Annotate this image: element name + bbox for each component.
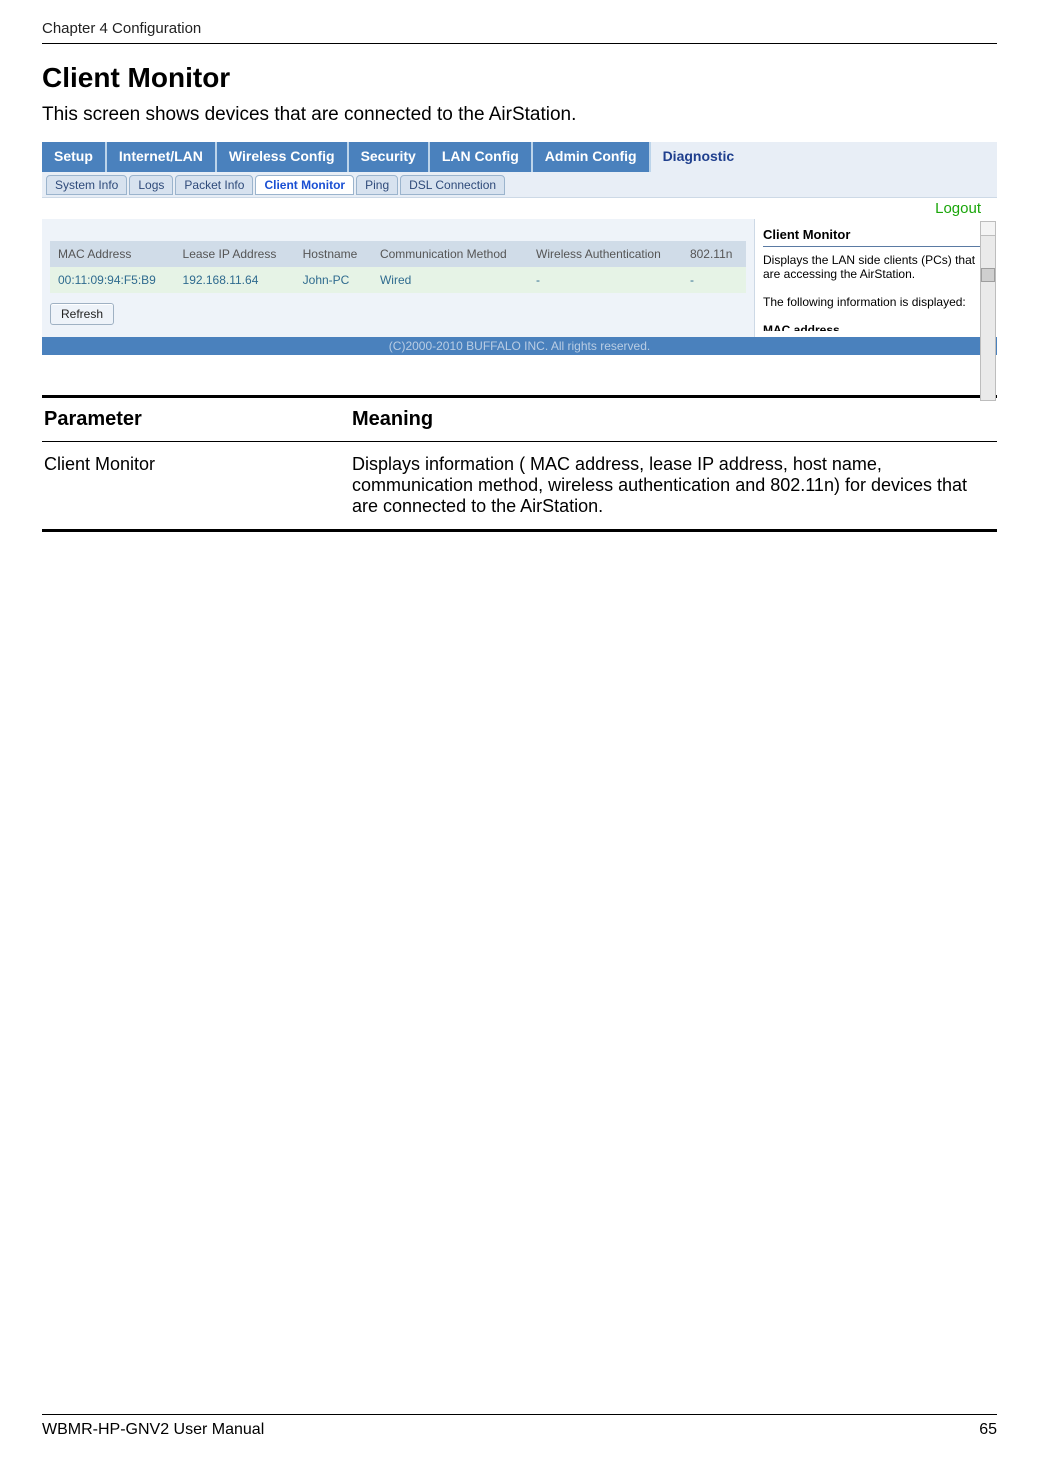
footer-rule — [42, 1414, 997, 1415]
scroll-up-icon[interactable] — [981, 222, 995, 236]
main-tabs: Setup Internet/LAN Wireless Config Secur… — [42, 142, 997, 172]
cell-auth: - — [528, 267, 682, 293]
param-cell: Client Monitor — [42, 442, 350, 531]
tab-wireless-config[interactable]: Wireless Config — [217, 142, 349, 172]
cell-11n: - — [682, 267, 746, 293]
cell-method: Wired — [372, 267, 528, 293]
side-text-1: Displays the LAN side clients (PCs) that… — [763, 253, 989, 281]
client-table: MAC Address Lease IP Address Hostname Co… — [50, 241, 746, 293]
col-mac: MAC Address — [50, 241, 175, 267]
section-intro: This screen shows devices that are conne… — [42, 104, 997, 126]
refresh-button[interactable]: Refresh — [50, 303, 114, 325]
logout-row: Logout — [42, 198, 997, 219]
table-row: 00:11:09:94:F5:B9 192.168.11.64 John-PC … — [50, 267, 746, 293]
side-rule — [763, 246, 989, 247]
subtab-ping[interactable]: Ping — [356, 175, 398, 195]
tab-setup[interactable]: Setup — [42, 142, 107, 172]
cell-ip: 192.168.11.64 — [175, 267, 295, 293]
page-number: 65 — [979, 1421, 997, 1439]
section-title: Client Monitor — [42, 62, 997, 94]
tab-lan-config[interactable]: LAN Config — [430, 142, 533, 172]
scroll-thumb[interactable] — [981, 268, 995, 282]
tab-internet-lan[interactable]: Internet/LAN — [107, 142, 217, 172]
col-80211n: 802.11n — [682, 241, 746, 267]
col-comm-method: Communication Method — [372, 241, 528, 267]
col-lease-ip: Lease IP Address — [175, 241, 295, 267]
side-title: Client Monitor — [763, 227, 989, 242]
page-footer: WBMR-HP-GNV2 User Manual 65 — [42, 1414, 997, 1439]
header-rule — [42, 43, 997, 44]
meaning-header: Meaning — [350, 397, 997, 442]
subtab-logs[interactable]: Logs — [129, 175, 173, 195]
subtab-packet-info[interactable]: Packet Info — [175, 175, 253, 195]
meaning-cell: Displays information ( MAC address, leas… — [350, 442, 997, 531]
col-wireless-auth: Wireless Authentication — [528, 241, 682, 267]
parameter-table: Parameter Meaning Client Monitor Display… — [42, 395, 997, 532]
side-scrollbar[interactable] — [980, 221, 996, 401]
manual-name: WBMR-HP-GNV2 User Manual — [42, 1421, 264, 1439]
subtab-client-monitor[interactable]: Client Monitor — [255, 175, 354, 195]
chapter-label: Chapter 4 Configuration — [42, 20, 201, 37]
page-content: Client Monitor This screen shows devices… — [0, 62, 1039, 532]
tab-security[interactable]: Security — [349, 142, 430, 172]
copyright-text: (C)2000-2010 BUFFALO INC. All rights res… — [389, 339, 650, 353]
tab-diagnostic[interactable]: Diagnostic — [651, 142, 997, 172]
router-ui-screenshot: Setup Internet/LAN Wireless Config Secur… — [42, 142, 997, 355]
logout-link[interactable]: Logout — [935, 200, 981, 217]
ui-main: MAC Address Lease IP Address Hostname Co… — [42, 219, 754, 337]
cell-mac: 00:11:09:94:F5:B9 — [50, 267, 175, 293]
col-hostname: Hostname — [295, 241, 372, 267]
ui-side-panel: Client Monitor Displays the LAN side cli… — [754, 219, 997, 337]
subtab-system-info[interactable]: System Info — [46, 175, 127, 195]
table-row: Client Monitor Displays information ( MA… — [42, 442, 997, 531]
param-header: Parameter — [42, 397, 350, 442]
sub-tabs: System Info Logs Packet Info Client Moni… — [42, 172, 997, 198]
tab-admin-config[interactable]: Admin Config — [533, 142, 651, 172]
copyright-bar: (C)2000-2010 BUFFALO INC. All rights res… — [42, 337, 997, 355]
side-text-cut: MAC address — [763, 323, 989, 331]
cell-hostname: John-PC — [295, 267, 372, 293]
page-header: Chapter 4 Configuration — [0, 0, 1039, 43]
subtab-dsl-connection[interactable]: DSL Connection — [400, 175, 505, 195]
side-text-2: The following information is displayed: — [763, 295, 989, 309]
ui-body: MAC Address Lease IP Address Hostname Co… — [42, 219, 997, 337]
